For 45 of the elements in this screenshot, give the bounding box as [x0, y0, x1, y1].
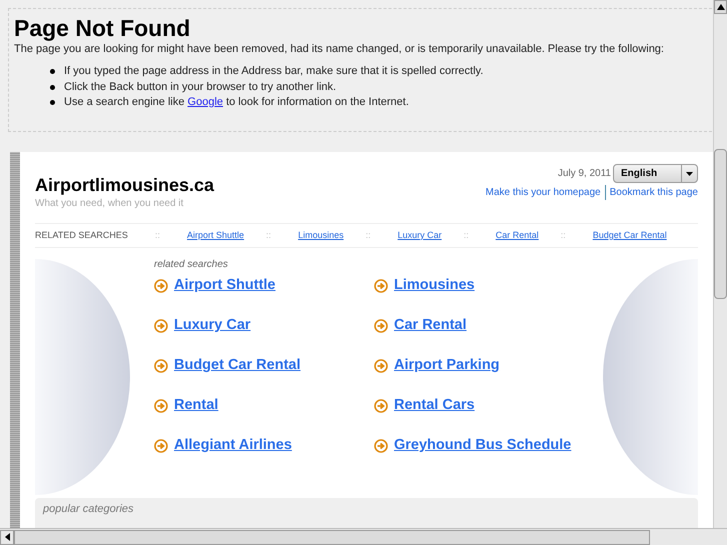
page-title: Page Not Found	[14, 14, 192, 42]
horizontal-scrollbar[interactable]	[0, 528, 727, 545]
tip-text: If you typed the page address in the Address bar, make sure that it is spelled correctly.	[64, 64, 484, 79]
search-link[interactable]: Rental Cars	[394, 394, 475, 417]
google-link[interactable]: Google	[188, 96, 224, 108]
separator: ::	[464, 228, 469, 242]
search-link[interactable]: Rental	[174, 394, 218, 417]
tip-text: Use a search engine like Google to look for information on the Internet.	[64, 95, 409, 110]
up-arrow-icon[interactable]	[716, 4, 724, 10]
related-searches-label: RELATED SEARCHES	[35, 228, 129, 242]
vertical-scrollbar[interactable]	[713, 0, 727, 528]
search-link[interactable]: Allegiant Airlines	[174, 434, 292, 457]
language-select[interactable]: English	[613, 164, 698, 183]
related-link[interactable]: Luxury Car	[398, 228, 442, 242]
related-link[interactable]: Budget Car Rental	[592, 228, 667, 242]
search-link[interactable]: Greyhound Bus Schedule	[394, 434, 572, 457]
date: July 9, 2011	[558, 167, 611, 181]
scrollbar-thumb[interactable]	[714, 149, 727, 299]
related-link[interactable]: Limousines	[298, 228, 344, 242]
related-link[interactable]: Airport Shuttle	[187, 228, 244, 242]
caret-icon	[686, 172, 693, 176]
search-link[interactable]: Budget Car Rental	[174, 354, 300, 377]
search-link[interactable]: Limousines	[394, 274, 475, 297]
tip-text: Click the Back button in your browser to try another link.	[64, 80, 336, 94]
separator: ::	[560, 228, 566, 242]
site-name: Airportlimousines.ca	[35, 174, 214, 196]
separator: ::	[366, 228, 371, 242]
header-link[interactable]: Bookmark this page	[604, 185, 698, 200]
bullet-icon	[50, 100, 55, 106]
search-link[interactable]: Airport Shuttle	[174, 274, 276, 297]
search-link[interactable]: Airport Parking	[394, 354, 500, 377]
separator: ::	[155, 228, 160, 242]
bullet-icon	[50, 69, 55, 74]
left-arrow-icon[interactable]	[4, 533, 10, 541]
tagline: What you need, when you need it	[35, 197, 184, 211]
scrollbar-thumb[interactable]	[14, 530, 650, 544]
search-link[interactable]: Luxury Car	[174, 314, 251, 337]
separator: ::	[266, 228, 272, 242]
section-heading: related searches	[154, 258, 229, 271]
section-heading: popular categories	[43, 502, 135, 518]
error-message: The page you are looking for might have been removed, had its name changed, or is temporarily unavailable. Please try the following:	[14, 42, 665, 56]
related-link[interactable]: Car Rental	[496, 228, 539, 242]
header-link[interactable]: Make this your homepage	[486, 185, 601, 200]
bullet-icon	[50, 84, 55, 90]
search-link[interactable]: Car Rental	[394, 314, 467, 337]
